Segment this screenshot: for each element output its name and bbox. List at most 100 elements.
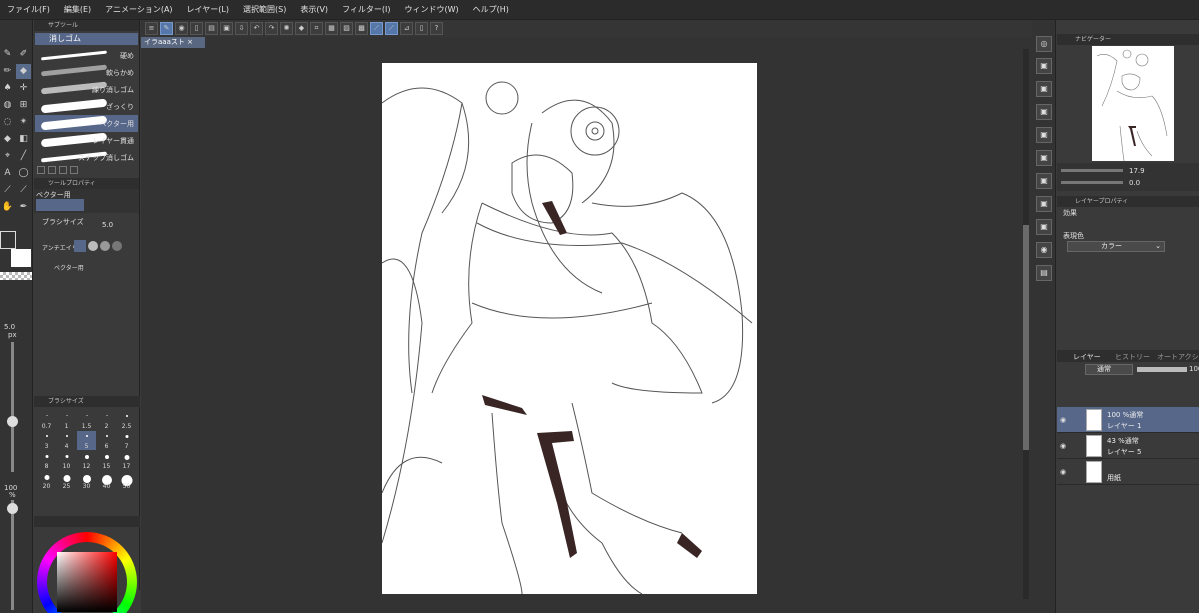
- rotation-slider[interactable]: [1061, 181, 1123, 184]
- saturation-value-square[interactable]: [57, 552, 117, 612]
- brush-size-option[interactable]: 1: [57, 411, 76, 430]
- magic-wand-icon[interactable]: ✴: [16, 115, 31, 130]
- canvas-vertical-scrollbar[interactable]: [1023, 49, 1029, 599]
- brush-size-option[interactable]: 17: [117, 451, 136, 470]
- brush-size-option[interactable]: 2: [97, 411, 116, 430]
- view-icon[interactable]: ◉: [175, 22, 188, 35]
- lasso-icon[interactable]: ◌: [0, 115, 15, 130]
- material-icon-7[interactable]: ▣: [1036, 196, 1052, 212]
- menu-help[interactable]: ヘルプ(H): [466, 4, 516, 15]
- material-icon-4[interactable]: ▣: [1036, 127, 1052, 143]
- menu-view[interactable]: 表示(V): [293, 4, 335, 15]
- tab-layer[interactable]: レイヤー: [1073, 352, 1101, 362]
- size-slider-knob[interactable]: [7, 416, 18, 427]
- spinner-icon[interactable]: ✺: [280, 22, 293, 35]
- trash-icon[interactable]: [70, 166, 78, 174]
- material-icon-6[interactable]: ▣: [1036, 173, 1052, 189]
- brush-size-option[interactable]: 30: [77, 471, 96, 490]
- open-icon[interactable]: ▤: [205, 22, 218, 35]
- antialias-high[interactable]: [112, 241, 122, 251]
- undo-icon[interactable]: ↶: [250, 22, 263, 35]
- pen-icon[interactable]: ✎: [0, 47, 15, 62]
- brush-size-option[interactable]: 5: [77, 431, 96, 450]
- snap-icon[interactable]: ▩: [355, 22, 368, 35]
- sub-color-swatch[interactable]: [11, 249, 31, 267]
- brush-item-kneaded[interactable]: 練り消しゴム: [35, 81, 138, 98]
- scrollbar-thumb[interactable]: [1023, 225, 1029, 450]
- blend-icon[interactable]: ◍: [0, 98, 15, 113]
- menu-animation[interactable]: アニメーション(A): [98, 4, 179, 15]
- airbrush-icon[interactable]: ♠: [0, 81, 15, 96]
- layer-opacity-value[interactable]: 100: [1189, 365, 1199, 373]
- tab-auto-action[interactable]: オートアクション: [1157, 352, 1199, 362]
- navigator-icon[interactable]: ◎: [1036, 36, 1052, 52]
- mesh-icon[interactable]: ⊞: [16, 98, 31, 113]
- brush-size-option[interactable]: 40: [97, 471, 116, 490]
- rotation-value[interactable]: 0.0: [1129, 179, 1140, 187]
- brush-size-option[interactable]: 25: [57, 471, 76, 490]
- pencil-icon[interactable]: ✏: [0, 64, 15, 79]
- eyedropper-icon[interactable]: ✒: [16, 200, 31, 215]
- expression-color-select[interactable]: カラー ⌄: [1067, 241, 1165, 252]
- brush-size-option[interactable]: 1.5: [77, 411, 96, 430]
- duplicate-icon[interactable]: [48, 166, 56, 174]
- brush-item-vector[interactable]: ベクター用: [35, 115, 138, 132]
- antialias-low[interactable]: [88, 241, 98, 251]
- menu-window[interactable]: ウィンドウ(W): [398, 4, 466, 15]
- brush-size-option[interactable]: 6: [97, 431, 116, 450]
- hand-icon[interactable]: ✋: [0, 200, 15, 215]
- navigator-thumbnail[interactable]: [1092, 46, 1174, 161]
- menu-layer[interactable]: レイヤー(L): [180, 4, 236, 15]
- opacity-slider[interactable]: [11, 500, 14, 610]
- help-icon[interactable]: ?: [430, 22, 443, 35]
- layer-row[interactable]: ◉ 43 %通常 レイヤー 5: [1057, 433, 1199, 459]
- brush-size-option[interactable]: 50: [117, 471, 136, 490]
- brush-size-option[interactable]: 0.7: [37, 411, 56, 430]
- balloon-icon[interactable]: ◯: [16, 166, 31, 181]
- brush-size-option[interactable]: 12: [77, 451, 96, 470]
- brush-size-value[interactable]: 5.0: [102, 221, 113, 229]
- gradient-icon[interactable]: ◧: [16, 132, 31, 147]
- antialias-mid[interactable]: [100, 241, 110, 251]
- copy-icon[interactable]: [59, 166, 67, 174]
- zoom-value[interactable]: 17.9: [1129, 167, 1145, 175]
- sub-view-icon[interactable]: ▤: [1036, 265, 1052, 281]
- brush-item-rough[interactable]: ざっくり: [35, 98, 138, 115]
- snap-ruler-icon[interactable]: ⟋: [370, 22, 383, 35]
- fill-icon[interactable]: ◆: [0, 132, 15, 147]
- opacity-slider-knob[interactable]: [7, 503, 18, 514]
- text-icon[interactable]: A: [0, 166, 15, 181]
- snap-grid-icon[interactable]: ⊿: [400, 22, 413, 35]
- select-icon[interactable]: ⌖: [0, 149, 15, 164]
- blend-mode-select[interactable]: 通常: [1085, 364, 1133, 375]
- antialias-options[interactable]: [74, 240, 130, 252]
- settings-icon[interactable]: [37, 166, 45, 174]
- menu-selection[interactable]: 選択範囲(S): [236, 4, 293, 15]
- color-wheel[interactable]: [37, 532, 137, 613]
- correct-line-icon[interactable]: ⟋: [0, 183, 15, 198]
- menu-filter[interactable]: フィルター(I): [335, 4, 397, 15]
- fill-icon[interactable]: ◆: [295, 22, 308, 35]
- transparent-swatch[interactable]: [0, 272, 32, 280]
- brush-size-option[interactable]: 20: [37, 471, 56, 490]
- move-icon[interactable]: ✛: [16, 81, 31, 96]
- export-icon[interactable]: ⇩: [235, 22, 248, 35]
- brush-size-option[interactable]: 2.5: [117, 411, 136, 430]
- material-icon-2[interactable]: ▣: [1036, 81, 1052, 97]
- material-icon[interactable]: ▣: [1036, 58, 1052, 74]
- layer-row[interactable]: ◉ 100 %通常 レイヤー 1: [1057, 407, 1199, 433]
- eye-icon[interactable]: ◉: [1060, 416, 1066, 424]
- ruler-icon[interactable]: ⟋: [16, 183, 31, 198]
- brush-size-option[interactable]: 4: [57, 431, 76, 450]
- antialias-none[interactable]: [74, 240, 86, 252]
- brush-item-soft[interactable]: 軟らかめ: [35, 64, 138, 81]
- brush-size-option[interactable]: 10: [57, 451, 76, 470]
- brush-size-option[interactable]: 15: [97, 451, 116, 470]
- line-icon[interactable]: ╱: [16, 149, 31, 164]
- pen-mode-icon[interactable]: ✎: [160, 22, 173, 35]
- camera-icon[interactable]: ◉: [1036, 242, 1052, 258]
- new-file-icon[interactable]: ▯: [190, 22, 203, 35]
- save-icon[interactable]: ▣: [220, 22, 233, 35]
- tab-history[interactable]: ヒストリー: [1115, 352, 1150, 362]
- main-color-swatch[interactable]: [0, 231, 16, 249]
